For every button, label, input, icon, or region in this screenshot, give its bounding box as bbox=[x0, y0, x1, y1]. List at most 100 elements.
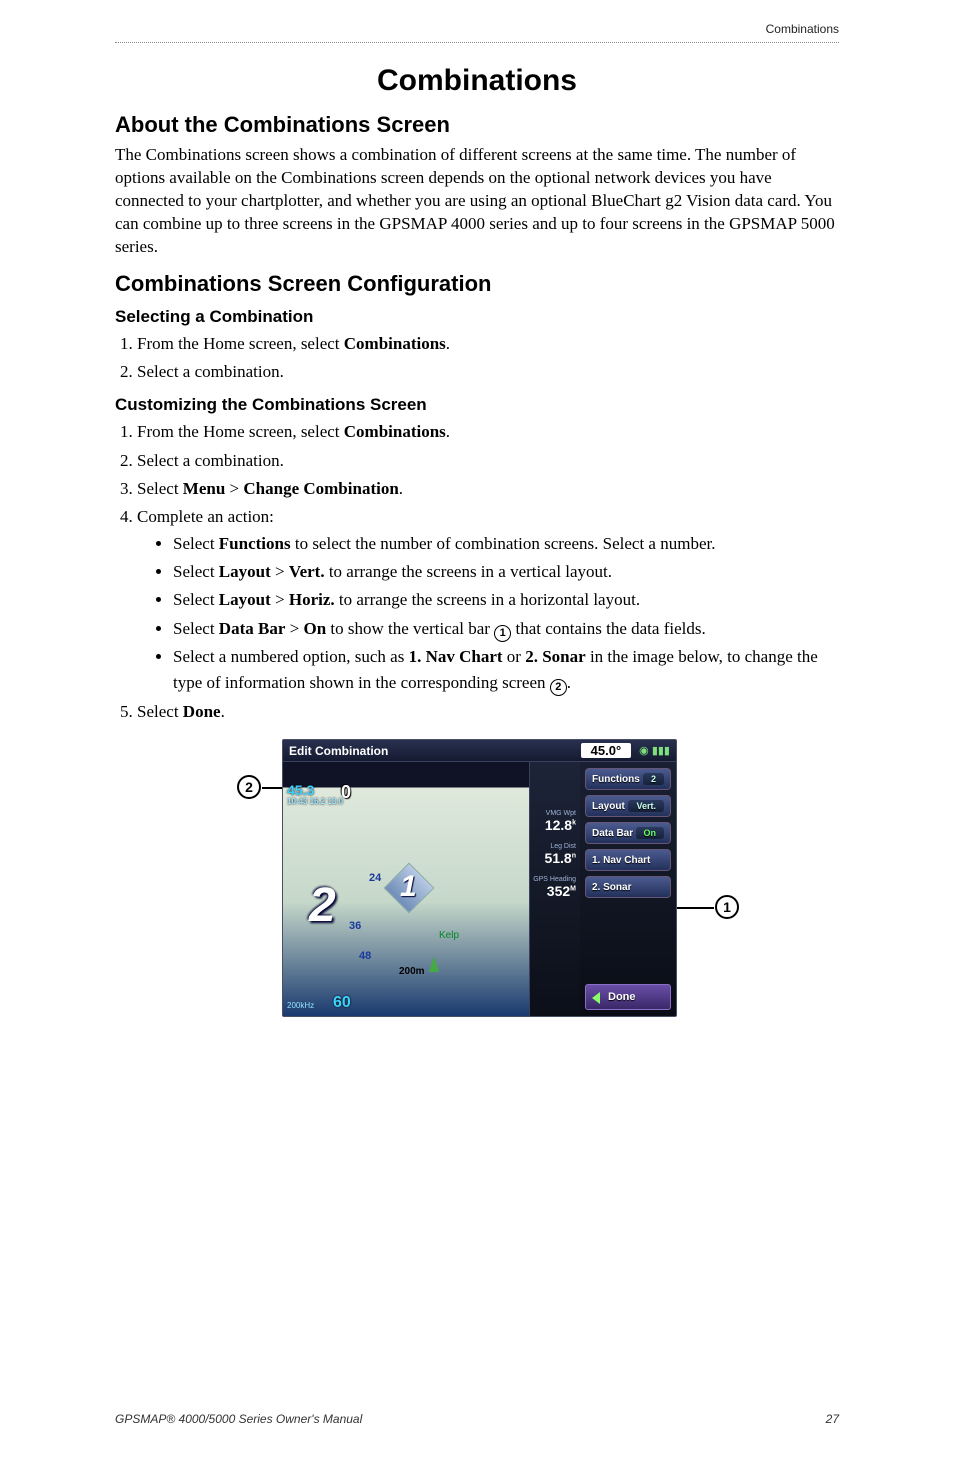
t: Select bbox=[137, 702, 183, 721]
step: Select Menu > Change Combination. bbox=[137, 476, 839, 502]
callout-2-line bbox=[262, 787, 284, 789]
data-field: VMG Wpt12.8k bbox=[530, 808, 580, 841]
t: > bbox=[271, 590, 289, 609]
t: From the Home screen, select bbox=[137, 334, 344, 353]
page-title: Combinations bbox=[115, 64, 839, 98]
t: Menu bbox=[183, 479, 226, 498]
header-section-label: Combinations bbox=[766, 22, 839, 36]
t: . bbox=[567, 673, 571, 692]
layout-button[interactable]: LayoutVert. bbox=[585, 795, 671, 817]
t: > bbox=[225, 479, 243, 498]
depth-label: 36 bbox=[349, 920, 361, 932]
chart-label-kelp: Kelp bbox=[439, 930, 459, 941]
t: Change Combination bbox=[243, 479, 398, 498]
data-field: Leg Dist51.8n bbox=[530, 841, 580, 874]
data-field: GPS Heading352M bbox=[530, 874, 580, 907]
t: Select bbox=[173, 562, 219, 581]
t: 1. Nav Chart bbox=[409, 647, 503, 666]
t: Functions bbox=[219, 534, 291, 553]
callout-ref-1-icon: 1 bbox=[494, 625, 511, 642]
t: Layout bbox=[219, 590, 271, 609]
device-title: Edit Combination bbox=[289, 744, 388, 758]
step: Select Done. bbox=[137, 699, 839, 725]
device-heading-readout: 45.0° bbox=[581, 743, 632, 758]
sonar-depth: 60 bbox=[333, 994, 351, 1012]
t: Horiz. bbox=[289, 590, 335, 609]
t: to select the number of combination scre… bbox=[291, 534, 716, 553]
t: Data Bar bbox=[219, 619, 286, 638]
section-about-body: The Combinations screen shows a combinat… bbox=[115, 144, 839, 259]
sonar-freq: 200kHz bbox=[287, 1001, 314, 1010]
substep: Select Data Bar > On to show the vertica… bbox=[173, 616, 839, 642]
t: Select bbox=[173, 619, 219, 638]
satellite-icon: ◉ ▮▮▮ bbox=[639, 744, 670, 757]
t: Layout bbox=[219, 562, 271, 581]
t: to show the vertical bar bbox=[326, 619, 494, 638]
sonar-option-button[interactable]: 2. Sonar bbox=[585, 876, 671, 898]
callout-ref-2-icon: 2 bbox=[550, 679, 567, 696]
t: 2. Sonar bbox=[525, 647, 585, 666]
page-number: 27 bbox=[826, 1412, 839, 1426]
substep: Select Functions to select the number of… bbox=[173, 531, 839, 557]
t: Done bbox=[183, 702, 221, 721]
t: Select bbox=[173, 534, 219, 553]
nav-chart-option-button[interactable]: 1. Nav Chart bbox=[585, 849, 671, 871]
t: . bbox=[446, 422, 450, 441]
chart-zero: 0 bbox=[341, 782, 351, 803]
callout-1-icon: 1 bbox=[715, 895, 739, 919]
waypoint-1-marker: 1 bbox=[391, 870, 427, 906]
t: . bbox=[446, 334, 450, 353]
t: . bbox=[221, 702, 225, 721]
step: Complete an action: Select Functions to … bbox=[137, 504, 839, 696]
done-button[interactable]: Done bbox=[585, 984, 671, 1010]
functions-button[interactable]: Functions2 bbox=[585, 768, 671, 790]
t: Select a numbered option, such as bbox=[173, 647, 409, 666]
footer-manual-title: GPSMAP® 4000/5000 Series Owner's Manual bbox=[115, 1412, 362, 1426]
depth-label: 48 bbox=[359, 950, 371, 962]
subsection-customizing-heading: Customizing the Combinations Screen bbox=[115, 395, 839, 415]
t: > bbox=[271, 562, 289, 581]
step: From the Home screen, select Combination… bbox=[137, 331, 839, 357]
section-about-heading: About the Combinations Screen bbox=[115, 112, 839, 138]
data-bar: VMG Wpt12.8k Leg Dist51.8n GPS Heading35… bbox=[530, 762, 580, 1016]
customizing-steps: From the Home screen, select Combination… bbox=[115, 419, 839, 725]
substep: Select a numbered option, such as 1. Nav… bbox=[173, 644, 839, 697]
chart-scale: 200m bbox=[399, 966, 425, 977]
t: Combinations bbox=[344, 334, 446, 353]
device-titlebar: Edit Combination 45.0° ◉ ▮▮▮ bbox=[283, 740, 676, 762]
depth-label: 24 bbox=[369, 872, 381, 884]
t: > bbox=[285, 619, 303, 638]
step: From the Home screen, select Combination… bbox=[137, 419, 839, 445]
selecting-steps: From the Home screen, select Combination… bbox=[115, 331, 839, 386]
subsection-selecting-heading: Selecting a Combination bbox=[115, 307, 839, 327]
menu-pane: Functions2 LayoutVert. Data BarOn 1. Nav… bbox=[580, 762, 676, 1016]
figure: 2 1 Edit Combination 45.0° ◉ ▮▮▮ 45.310:… bbox=[237, 739, 717, 1039]
depth-readout: 45.310:43 16.2 13.0 bbox=[287, 782, 343, 806]
t: Complete an action: bbox=[137, 507, 274, 526]
t: From the Home screen, select bbox=[137, 422, 344, 441]
step: Select a combination. bbox=[137, 359, 839, 385]
t: Vert. bbox=[289, 562, 325, 581]
header-rule bbox=[115, 42, 839, 43]
data-bar-button[interactable]: Data BarOn bbox=[585, 822, 671, 844]
device-screenshot: Edit Combination 45.0° ◉ ▮▮▮ 45.310:43 1… bbox=[282, 739, 677, 1017]
t: Select bbox=[137, 479, 183, 498]
boat-icon bbox=[429, 956, 439, 972]
page-footer: GPSMAP® 4000/5000 Series Owner's Manual … bbox=[115, 1412, 839, 1426]
t: On bbox=[303, 619, 326, 638]
substep: Select Layout > Vert. to arrange the scr… bbox=[173, 559, 839, 585]
combination-screen-area: 45.310:43 16.2 13.0 0 24 1 2 36 48 Kelp … bbox=[283, 762, 530, 1016]
t: that contains the data fields. bbox=[511, 619, 706, 638]
screen-number-2: 2 bbox=[309, 878, 336, 933]
t: Select bbox=[173, 590, 219, 609]
t: . bbox=[399, 479, 403, 498]
t: Combinations bbox=[344, 422, 446, 441]
callout-2-icon: 2 bbox=[237, 775, 261, 799]
t: to arrange the screens in a horizontal l… bbox=[335, 590, 640, 609]
t: or bbox=[503, 647, 526, 666]
substep: Select Layout > Horiz. to arrange the sc… bbox=[173, 587, 839, 613]
t: to arrange the screens in a vertical lay… bbox=[325, 562, 612, 581]
step: Select a combination. bbox=[137, 448, 839, 474]
section-config-heading: Combinations Screen Configuration bbox=[115, 271, 839, 297]
substeps: Select Functions to select the number of… bbox=[137, 531, 839, 697]
